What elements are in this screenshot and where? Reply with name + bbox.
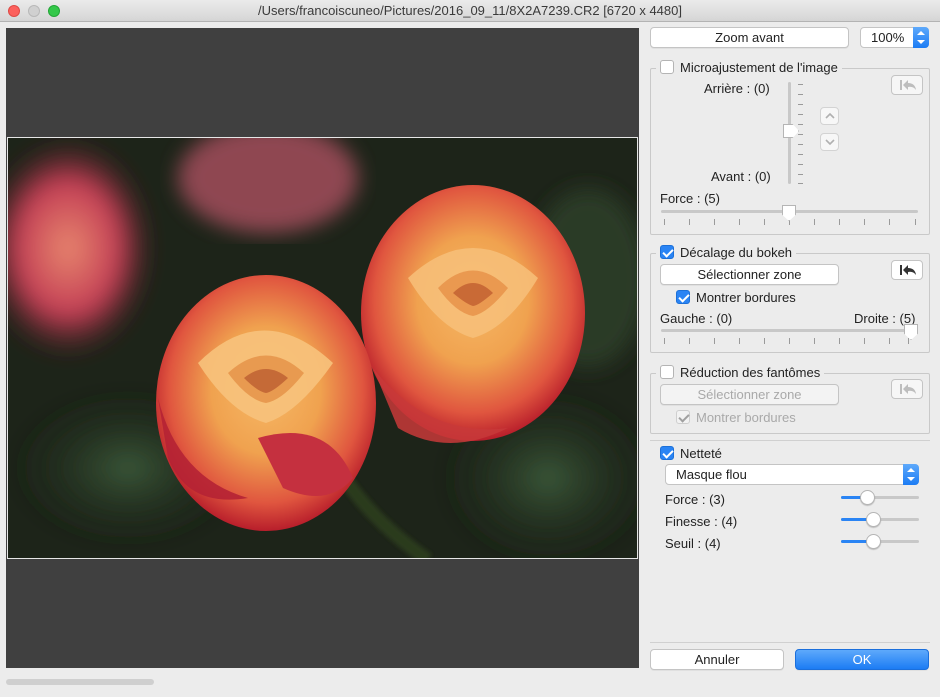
microadjust-down-button[interactable]	[820, 133, 839, 151]
microadjust-up-button[interactable]	[820, 107, 839, 125]
rose-left	[156, 275, 376, 531]
ghost-reduction-title: Réduction des fantômes	[680, 365, 821, 380]
sharpness-seuil-knob[interactable]	[866, 534, 881, 549]
sharpness-force-knob[interactable]	[860, 490, 875, 505]
footer-separator	[650, 642, 930, 643]
ok-button[interactable]: OK	[795, 649, 929, 670]
roses-photo	[8, 138, 637, 558]
zoom-level-value: 100%	[871, 30, 905, 45]
ghost-reduction-legend[interactable]: Réduction des fantômes	[656, 365, 825, 381]
ghost-show-borders-label: Montrer bordures	[696, 410, 796, 425]
bokeh-show-borders[interactable]: Montrer bordures	[676, 290, 796, 305]
horizontal-scrollbar[interactable]	[6, 679, 154, 685]
window-title: /Users/francoiscuneo/Pictures/2016_09_11…	[258, 3, 682, 18]
ghost-reset-button[interactable]	[891, 379, 923, 399]
reset-icon	[900, 80, 916, 90]
microadjust-legend[interactable]: Microajustement de l'image	[656, 60, 842, 76]
reset-icon	[900, 265, 916, 275]
rose-right	[361, 185, 585, 443]
bokeh-ticks	[664, 338, 916, 344]
ghost-show-borders-checkbox[interactable]	[676, 410, 690, 424]
sharpness-mode-select[interactable]: Masque flou	[665, 464, 919, 485]
bokeh-legend[interactable]: Décalage du bokeh	[656, 245, 797, 261]
bokeh-select-zone-button[interactable]: Sélectionner zone	[660, 264, 839, 285]
sharpness-force-label: Force : (3)	[665, 492, 725, 507]
zoom-level-select[interactable]: 100%	[860, 27, 929, 48]
microadjust-reset-button[interactable]	[891, 75, 923, 95]
sharpness-checkbox[interactable]	[660, 446, 674, 460]
bokeh-left-label: Gauche : (0)	[660, 311, 733, 326]
microadjust-checkbox[interactable]	[660, 60, 674, 74]
arriere-label: Arrière : (0)	[704, 81, 770, 96]
separator	[650, 440, 930, 441]
photo-preview[interactable]	[7, 137, 638, 559]
sharpness-finesse-knob[interactable]	[866, 512, 881, 527]
ghost-show-borders[interactable]: Montrer bordures	[676, 410, 796, 425]
cancel-button[interactable]: Annuler	[650, 649, 784, 670]
microadjust-vertical-ticks	[798, 84, 804, 184]
microadjust-title: Microajustement de l'image	[680, 60, 838, 75]
sharpness-seuil-label: Seuil : (4)	[665, 536, 721, 551]
chevron-down-icon	[825, 139, 835, 146]
chevron-up-icon	[825, 112, 835, 119]
sharpness-toggle[interactable]: Netteté	[660, 446, 722, 461]
sharpness-force-slider[interactable]	[841, 496, 919, 499]
ghost-select-zone-button[interactable]: Sélectionner zone	[660, 384, 839, 405]
sharpness-finesse-label: Finesse : (4)	[665, 514, 738, 529]
microadjust-force-label: Force : (5)	[660, 191, 720, 206]
image-preview-area[interactable]	[6, 28, 639, 668]
ghost-reduction-checkbox[interactable]	[660, 365, 674, 379]
bokeh-checkbox[interactable]	[660, 245, 674, 259]
title-bar: /Users/francoiscuneo/Pictures/2016_09_11…	[0, 0, 940, 22]
reset-icon	[900, 384, 916, 394]
zoom-stepper-icon[interactable]	[913, 27, 929, 48]
bokeh-show-borders-checkbox[interactable]	[676, 290, 690, 304]
bokeh-title: Décalage du bokeh	[680, 245, 793, 260]
bokeh-right-label: Droite : (5)	[854, 311, 916, 326]
bokeh-show-borders-label: Montrer bordures	[696, 290, 796, 305]
sharpness-title: Netteté	[680, 446, 722, 461]
zoom-in-button[interactable]: Zoom avant	[650, 27, 849, 48]
bokeh-reset-button[interactable]	[891, 260, 923, 280]
sharpness-mode-value: Masque flou	[676, 467, 747, 482]
avant-label: Avant : (0)	[711, 169, 771, 184]
bokeh-slider[interactable]	[661, 329, 918, 332]
sharpness-mode-stepper-icon[interactable]	[903, 464, 919, 485]
